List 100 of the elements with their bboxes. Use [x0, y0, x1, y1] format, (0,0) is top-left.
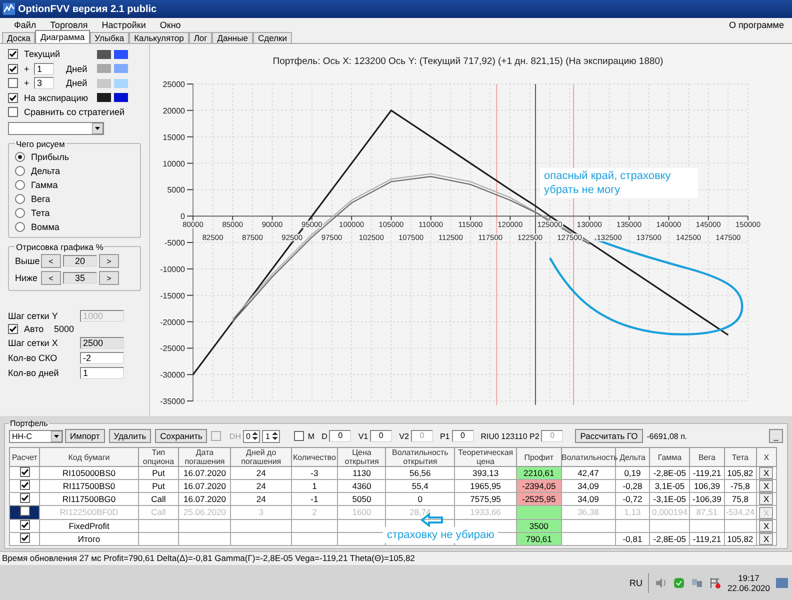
- grid-x-field[interactable]: 2500: [80, 337, 124, 349]
- tab[interactable]: Сделки: [252, 32, 292, 43]
- decrease-button[interactable]: <: [41, 271, 61, 285]
- days-count-field[interactable]: 1: [80, 367, 124, 379]
- tab[interactable]: Улыбка: [90, 32, 130, 43]
- checkbox[interactable]: [20, 468, 30, 477]
- menu-item[interactable]: О программе: [728, 20, 784, 30]
- spinner-arrows-icon[interactable]: [251, 430, 260, 442]
- column-header[interactable]: Тета: [724, 448, 756, 466]
- spinner-field[interactable]: 1: [262, 430, 280, 442]
- color-swatch[interactable]: [114, 78, 128, 88]
- checkbox-cell[interactable]: [10, 466, 40, 480]
- checkbox[interactable]: [8, 107, 18, 118]
- checkbox[interactable]: [8, 92, 18, 103]
- table-cell: 34,09: [561, 480, 616, 492]
- color-swatch[interactable]: [97, 93, 111, 102]
- shield-icon[interactable]: [673, 576, 686, 588]
- radio-button[interactable]: [15, 208, 25, 218]
- remove-button[interactable]: X: [759, 534, 774, 544]
- days-field[interactable]: 1: [34, 62, 54, 75]
- menu-item[interactable]: Файл: [14, 20, 36, 30]
- decrease-button[interactable]: <: [41, 254, 61, 268]
- radio-button[interactable]: [15, 166, 25, 176]
- radio-button[interactable]: [15, 222, 25, 232]
- checkbox[interactable]: [294, 431, 304, 441]
- remove-button[interactable]: X: [759, 494, 774, 504]
- menu-item[interactable]: Торговля: [50, 20, 88, 30]
- column-header[interactable]: Волатильность открытия: [386, 448, 454, 466]
- checkbox-cell[interactable]: [10, 480, 40, 492]
- checkbox-cell[interactable]: [10, 492, 40, 506]
- checkbox[interactable]: [20, 494, 30, 503]
- column-header[interactable]: X: [756, 448, 776, 466]
- color-swatch[interactable]: [97, 78, 111, 88]
- column-header[interactable]: Гамма: [650, 448, 690, 466]
- dropdown-arrow-icon[interactable]: [51, 430, 62, 442]
- radio-label: Вега: [31, 194, 50, 204]
- toolbar-button[interactable]: Сохранить: [155, 429, 208, 443]
- menu-item[interactable]: Окно: [160, 20, 181, 30]
- toolbar-button[interactable]: Импорт: [65, 429, 105, 443]
- radio-button[interactable]: [15, 194, 25, 204]
- column-header[interactable]: Тип опциона: [138, 448, 179, 466]
- remove-button[interactable]: X: [759, 480, 774, 492]
- table-cell: 24: [230, 466, 292, 480]
- checkbox[interactable]: [20, 480, 30, 490]
- remove-button[interactable]: X: [759, 520, 774, 532]
- column-header[interactable]: Профит: [516, 448, 562, 466]
- tab[interactable]: Данные: [212, 32, 253, 43]
- increase-button[interactable]: >: [99, 254, 119, 268]
- column-header[interactable]: Теоретическая цена: [454, 448, 517, 466]
- increase-button[interactable]: >: [99, 271, 119, 285]
- column-header[interactable]: Волатильность: [561, 448, 616, 466]
- checkbox[interactable]: [8, 78, 18, 88]
- checkbox[interactable]: [8, 49, 18, 60]
- checkbox[interactable]: [8, 324, 18, 334]
- tab[interactable]: Диаграмма: [35, 30, 90, 43]
- menu-item[interactable]: Настройки: [102, 20, 146, 30]
- column-header[interactable]: Дней до погашения: [230, 448, 292, 466]
- tab[interactable]: Калькулятор: [129, 32, 189, 43]
- color-swatch[interactable]: [97, 50, 111, 59]
- column-header[interactable]: Дата погашения: [178, 448, 231, 466]
- checkbox-cell[interactable]: [10, 532, 40, 546]
- minimize-button[interactable]: _: [769, 429, 783, 443]
- spinner-arrows-icon[interactable]: [270, 430, 279, 442]
- language-indicator[interactable]: RU: [629, 578, 642, 588]
- calculate-button[interactable]: Рассчитать ГО: [575, 429, 643, 443]
- days-field[interactable]: 3: [34, 77, 54, 90]
- percent-field[interactable]: 20: [63, 255, 97, 267]
- clock-date[interactable]: 22.06.2020: [727, 582, 770, 592]
- strategy-dropdown[interactable]: [8, 122, 104, 134]
- table-cell: 393,13: [454, 466, 517, 480]
- checkbox[interactable]: [20, 520, 30, 530]
- column-header[interactable]: Расчет: [10, 448, 40, 466]
- radio-label: Гамма: [31, 180, 58, 190]
- color-swatch[interactable]: [97, 64, 111, 74]
- show-desktop-button[interactable]: [776, 578, 788, 588]
- tab[interactable]: Лог: [188, 32, 212, 43]
- color-swatch[interactable]: [114, 50, 128, 59]
- toolbar-button[interactable]: Удалить: [108, 429, 152, 443]
- column-header[interactable]: Вега: [690, 448, 724, 466]
- column-header[interactable]: Код бумаги: [40, 448, 138, 466]
- value-field[interactable]: 0: [329, 430, 352, 442]
- percent-field[interactable]: 35: [63, 272, 97, 284]
- flag-icon[interactable]: [709, 576, 722, 588]
- clock-time[interactable]: 19:17: [738, 572, 760, 582]
- color-swatch[interactable]: [114, 93, 128, 102]
- column-header[interactable]: Цена открытия: [338, 448, 386, 466]
- color-swatch[interactable]: [114, 64, 128, 74]
- checkbox-cell[interactable]: [10, 520, 40, 532]
- value-field[interactable]: 0: [370, 430, 392, 442]
- spinner-field[interactable]: 0: [242, 430, 260, 442]
- remove-button[interactable]: X: [759, 468, 774, 478]
- portfolio-dropdown[interactable]: НН-С: [9, 430, 63, 442]
- value-field[interactable]: 0: [452, 430, 474, 442]
- checkbox[interactable]: [20, 534, 30, 543]
- radio-button[interactable]: [15, 180, 25, 190]
- column-header[interactable]: Количество: [291, 448, 338, 466]
- sko-field[interactable]: -2: [80, 352, 124, 364]
- checkbox[interactable]: [8, 64, 18, 74]
- radio-button[interactable]: [15, 152, 25, 162]
- tab[interactable]: Доска: [2, 32, 36, 43]
